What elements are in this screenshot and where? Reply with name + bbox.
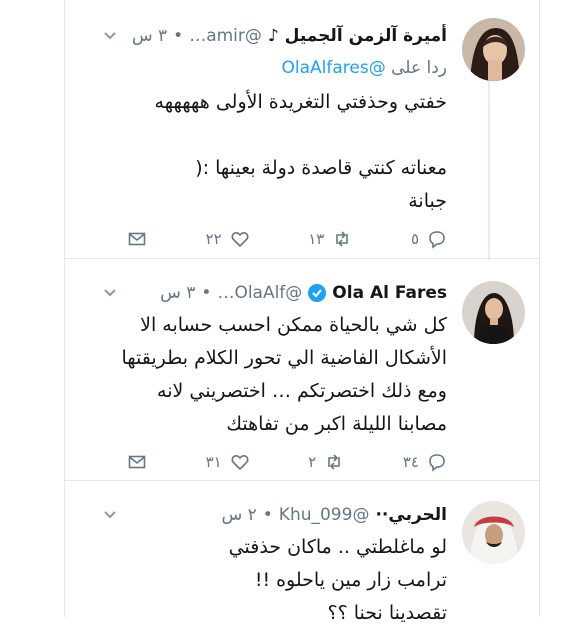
tweet-text-line: جبانة [408,190,447,212]
verified-icon [308,284,327,302]
like-action[interactable]: ٢٢ [206,229,250,249]
display-name[interactable]: أميرة آلزمن آلجميل ♪ [268,26,447,46]
timestamp[interactable]: ٣ س [160,283,195,303]
tweet-text: خفتي وحذفتي التغريدة الأولى هههههه معنات… [87,86,447,218]
reply-action[interactable]: ٣٤ [403,452,447,472]
direct-message-action[interactable] [127,229,147,249]
direct-message-action[interactable] [127,452,147,472]
tweet-text-line: تقصدينا نحنا ؟؟ [327,602,447,624]
user-handle[interactable]: @amir… [189,26,262,46]
reply-count: ٣٤ [402,453,419,471]
tweet-alharbi[interactable]: الحربي·· @Khu_099 • ٢ س لو ماغلطتي .. ما… [65,480,539,624]
tweet-text-line: الأشكال الفاضية الي تحور الكلام بطريقتها [121,347,448,369]
reply-icon [429,454,445,472]
chevron-down-icon[interactable] [103,508,117,522]
like-count: ٢٢ [205,230,222,248]
user-handle[interactable]: @OlaAlf… [217,283,302,303]
tweet-header: أميرة آلزمن آلجميل ♪ @amir… • ٣ س [101,22,447,50]
tweet-header: الحربي·· @Khu_099 • ٢ س [101,501,447,529]
retweet-count: ١٣ [308,230,325,248]
separator-dot: • [173,26,184,46]
retweet-action[interactable]: ١٣ [308,229,352,249]
tweet-text-line [87,119,447,152]
display-name[interactable]: Ola Al Fares [332,283,447,303]
tweet-reply-amira[interactable]: أميرة آلزمن آلجميل ♪ @amir… • ٣ س ردا عل… [65,0,539,258]
like-count: ٣١ [205,453,222,471]
reply-mention-link[interactable]: @OlaAlfares [282,58,386,78]
tweet-text-line: لو ماغلطتي .. ماكان حذفتي [228,536,447,558]
tweet-header: Ola Al Fares @OlaAlf… • ٣ س [101,279,447,307]
timestamp[interactable]: ٢ س [221,505,256,525]
avatar[interactable] [462,281,525,344]
like-icon [231,455,249,471]
chevron-down-icon[interactable] [103,286,117,300]
tweet-text-line: معناته كنتي قاصدة دولة بعينها :( [195,157,447,179]
separator-dot: • [201,283,212,303]
direct-message-icon [128,232,146,246]
display-name[interactable]: الحربي·· [375,505,447,525]
tweet-actions: ٣٤ ٢ ٣١ [127,450,447,474]
like-icon [231,232,249,248]
retweet-count: ٢ [308,453,317,471]
separator-dot: • [262,505,273,525]
tweet-text: كل شي بالحياة ممكن احسب حسابه الا الأشكا… [87,309,448,441]
reply-prefix: ردا على [391,58,447,78]
tweet-text-line: مصابنا الليلة اكبر من تفاهتك [226,413,447,435]
tweet-text-line: ومع ذلك اختصرتكم … اختصريني لانه [157,380,447,402]
avatar[interactable] [462,18,525,81]
like-action[interactable]: ٣١ [206,452,250,472]
retweet-action[interactable]: ٢ [308,452,344,472]
timestamp[interactable]: ٣ س [132,26,167,46]
timeline-column: أميرة آلزمن آلجميل ♪ @amir… • ٣ س ردا عل… [64,0,540,624]
user-handle[interactable]: @Khu_099 [279,505,370,525]
reply-action[interactable]: ٥ [411,229,447,249]
chevron-down-icon[interactable] [103,29,117,43]
tweet-text-line: ترامب زار مين ياحلوه !! [254,569,447,591]
tweet-text: لو ماغلطتي .. ماكان حذفتي ترامب زار مين … [87,531,447,630]
reply-context: ردا على @OlaAlfares [282,58,447,78]
retweet-icon [336,231,349,247]
retweet-icon [328,454,341,470]
tweet-ola-alfares[interactable]: Ola Al Fares @OlaAlf… • ٣ س كل شي بالحيا… [65,258,539,481]
tweet-text-line: كل شي بالحياة ممكن احسب حسابه الا [140,314,447,336]
direct-message-icon [128,455,146,469]
avatar[interactable] [462,501,525,564]
reply-count: ٥ [410,230,419,248]
tweet-text-line: خفتي وحذفتي التغريدة الأولى هههههه [154,91,447,113]
reply-icon [429,231,445,249]
tweet-actions: ٥ ١٣ ٢٢ [127,227,447,251]
